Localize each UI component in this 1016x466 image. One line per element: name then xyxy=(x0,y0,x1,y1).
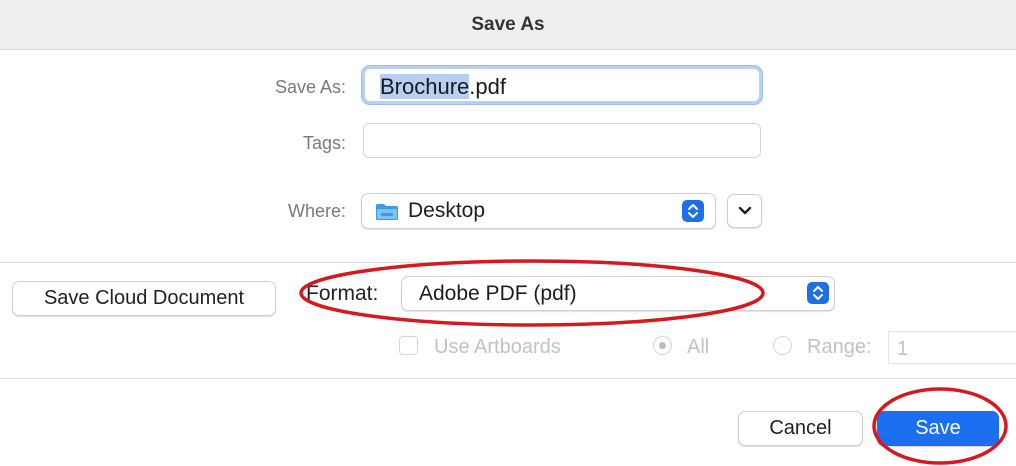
cancel-button[interactable]: Cancel xyxy=(738,411,863,446)
section-divider-bottom xyxy=(0,378,1016,379)
save-cloud-document-button[interactable]: Save Cloud Document xyxy=(12,281,276,316)
all-label: All xyxy=(687,336,710,358)
tags-label: Tags: xyxy=(302,133,346,153)
where-label: Where: xyxy=(287,201,346,221)
dialog-title: Save As xyxy=(471,14,545,35)
save-cloud-document-label: Save Cloud Document xyxy=(43,287,245,309)
save-button[interactable]: Save xyxy=(877,411,999,446)
format-value: Adobe PDF (pdf) xyxy=(419,282,577,305)
format-label: Format: xyxy=(306,282,379,305)
dialog-titlebar: Save As xyxy=(0,0,1016,50)
format-popup[interactable]: Adobe PDF (pdf) xyxy=(401,276,835,311)
range-radio[interactable] xyxy=(773,336,792,355)
all-radio[interactable] xyxy=(653,336,672,355)
section-divider-top xyxy=(0,262,1016,263)
filename-extension: .pdf xyxy=(469,74,506,99)
use-artboards-label: Use Artboards xyxy=(434,336,561,358)
tags-input[interactable] xyxy=(363,123,761,158)
where-value: Desktop xyxy=(408,199,486,222)
updown-chevron-icon xyxy=(807,282,829,304)
chevron-down-icon xyxy=(738,206,752,215)
filename-selected-text: Brochure xyxy=(380,74,470,99)
range-input[interactable]: 1 xyxy=(888,331,1016,364)
folder-icon xyxy=(376,204,398,220)
save-as-label: Save As: xyxy=(274,77,346,97)
save-label: Save xyxy=(915,417,961,439)
filename-text: Brochure.pdf xyxy=(380,74,506,100)
where-popup[interactable]: Desktop xyxy=(361,193,716,229)
use-artboards-checkbox[interactable] xyxy=(399,336,418,355)
range-value: 1 xyxy=(897,338,909,360)
cancel-label: Cancel xyxy=(769,417,832,439)
range-label: Range: xyxy=(807,336,872,358)
expand-dialog-button[interactable] xyxy=(727,194,762,228)
all-radio-dot xyxy=(659,342,666,349)
updown-chevron-icon xyxy=(682,200,704,222)
filename-input[interactable]: Brochure.pdf xyxy=(362,66,762,104)
